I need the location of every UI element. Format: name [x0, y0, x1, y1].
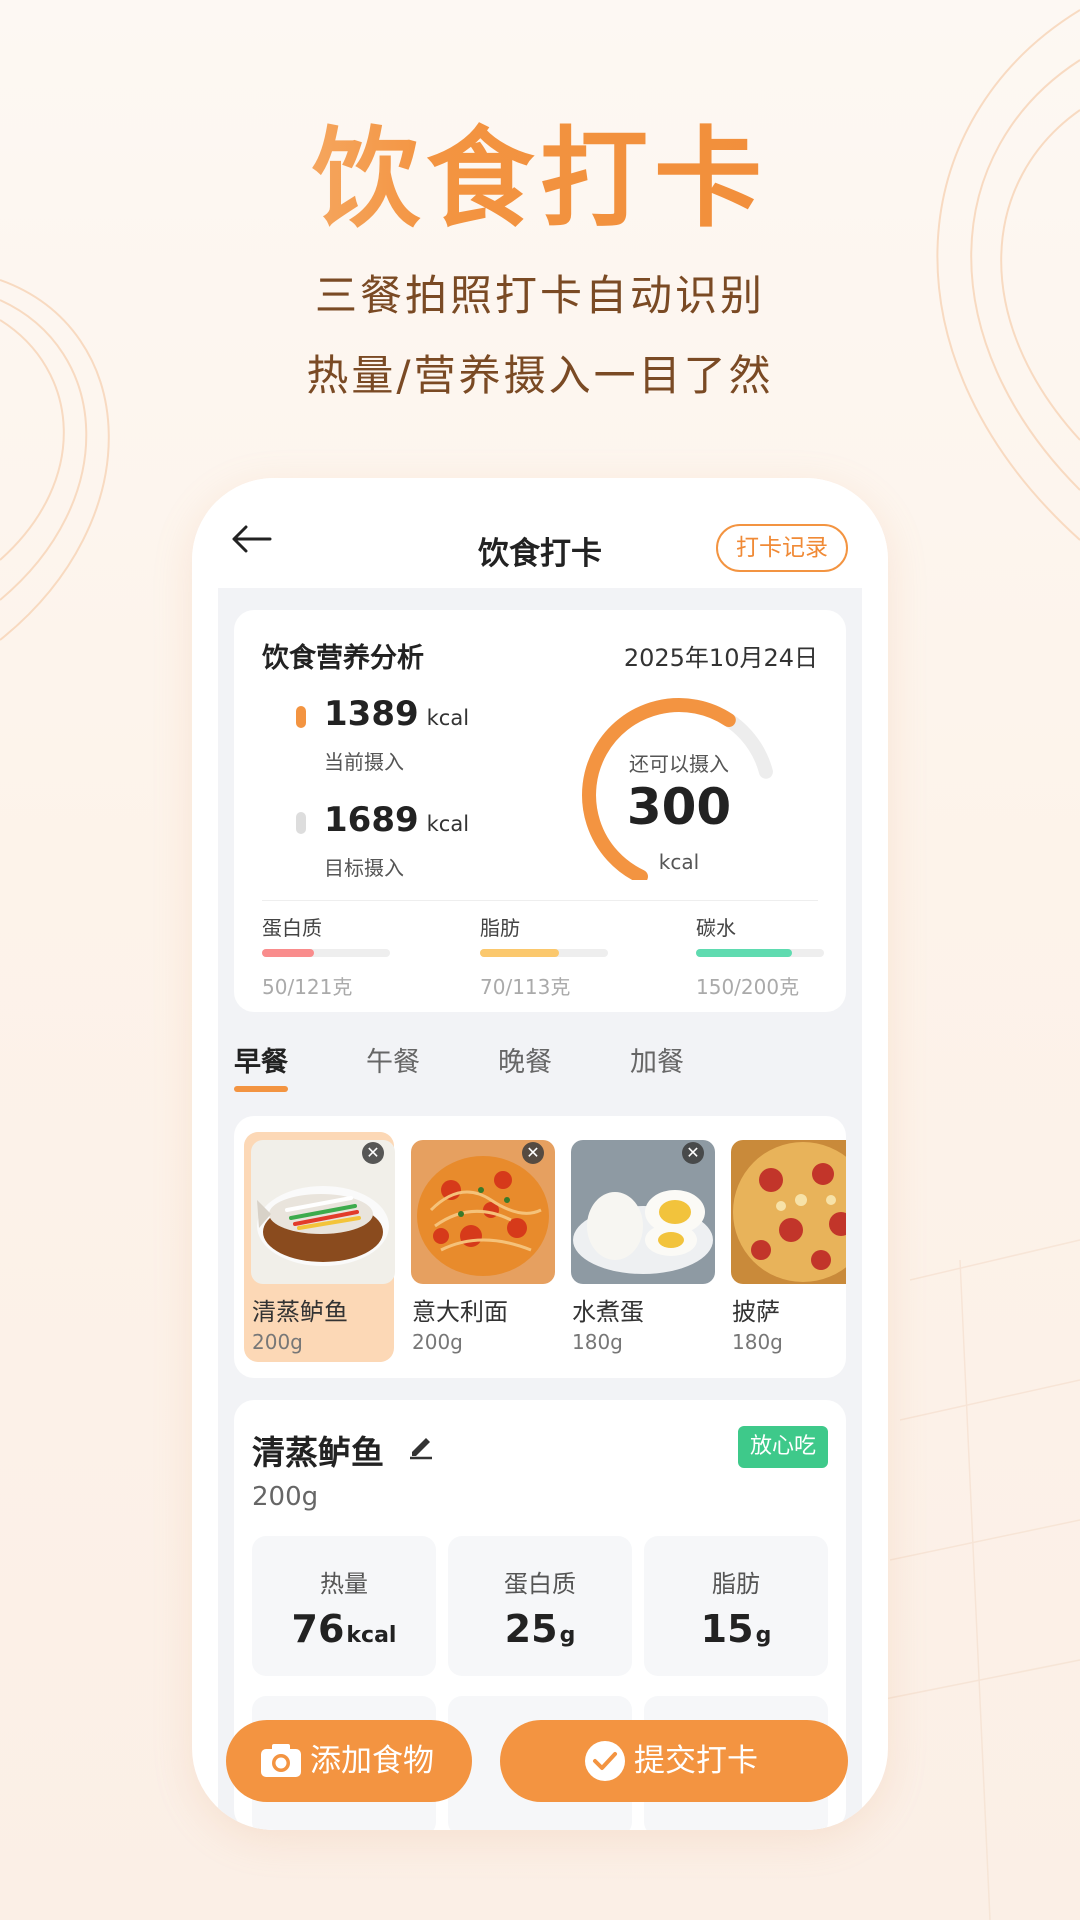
food-item[interactable]: ✕ 水煮蛋 180g — [564, 1132, 715, 1362]
remove-food-icon[interactable]: ✕ — [362, 1142, 384, 1164]
tab-breakfast[interactable]: 早餐 — [234, 1040, 288, 1079]
target-label: 目标摄入 — [324, 856, 404, 880]
check-circle-icon — [585, 1741, 625, 1781]
nutrition-date: 2025年10月24日 — [623, 644, 818, 672]
remaining-unit: kcal — [658, 850, 700, 874]
box-value: 76 — [291, 1607, 345, 1651]
food-weight: 200g — [412, 1330, 463, 1354]
remove-food-icon[interactable]: ✕ — [682, 1142, 704, 1164]
box-unit: g — [559, 1623, 576, 1648]
box-label: 脂肪 — [712, 1570, 760, 1598]
protein-box: 蛋白质 25g — [448, 1536, 632, 1676]
safe-badge: 放心吃 — [738, 1426, 828, 1468]
macro-value: 70/113克 — [480, 975, 571, 999]
pizza-image — [731, 1140, 846, 1284]
tab-lunch[interactable]: 午餐 — [366, 1040, 420, 1079]
remaining-label: 还可以摄入 — [629, 752, 729, 776]
target-value: 1689 — [324, 800, 419, 840]
current-value: 1389 — [324, 694, 419, 734]
meal-tabs: 早餐 午餐 晚餐 加餐 — [218, 1028, 862, 1098]
current-dot-icon — [296, 706, 306, 728]
nav-bar: 饮食打卡 打卡记录 — [192, 478, 888, 588]
fat-box: 脂肪 15g — [644, 1536, 828, 1676]
phone-mockup: 饮食打卡 打卡记录 饮食营养分析 2025年10月24日 1389 kcal 当前… — [192, 478, 888, 1830]
food-list: ✕ 清蒸鲈鱼 200g ✕ 意大利面 200g ✕ 水煮蛋 180g 披萨 18… — [234, 1116, 846, 1378]
macro-name: 蛋白质 — [262, 916, 322, 940]
box-value: 25 — [504, 1607, 558, 1651]
food-name: 披萨 — [732, 1298, 780, 1326]
tab-snack[interactable]: 加餐 — [630, 1040, 684, 1079]
calories-box: 热量 76kcal — [252, 1536, 436, 1676]
hero-subtitle-1: 三餐拍照打卡自动识别 — [314, 271, 765, 320]
detail-food-name: 清蒸鲈鱼 — [252, 1433, 384, 1472]
submit-label: 提交打卡 — [634, 1743, 758, 1779]
macro-name: 碳水 — [696, 916, 736, 940]
submit-checkin-button[interactable]: 提交打卡 — [500, 1720, 848, 1802]
macro-bar-fill — [696, 949, 792, 957]
macro-bar-fill — [480, 949, 560, 957]
current-unit: kcal — [426, 706, 470, 730]
box-unit: g — [755, 1623, 772, 1648]
macro-fat: 脂肪 70/113克 — [480, 912, 610, 1000]
hero-title: 饮食打卡 — [0, 92, 1080, 248]
tab-dinner[interactable]: 晚餐 — [498, 1040, 552, 1079]
target-dot-icon — [296, 812, 306, 834]
box-label: 蛋白质 — [504, 1570, 576, 1598]
macro-bar — [480, 949, 608, 957]
food-item[interactable]: ✕ 清蒸鲈鱼 200g — [244, 1132, 395, 1362]
box-unit: kcal — [346, 1623, 397, 1648]
nutrition-title: 饮食营养分析 — [262, 643, 424, 674]
macro-name: 脂肪 — [480, 916, 520, 940]
box-value: 15 — [700, 1607, 754, 1651]
camera-icon — [261, 1744, 301, 1777]
macro-value: 50/121克 — [262, 975, 353, 999]
current-label: 当前摄入 — [324, 750, 404, 774]
box-label: 热量 — [320, 1570, 368, 1598]
macro-bar — [696, 949, 824, 957]
food-item[interactable]: ✕ 意大利面 200g — [404, 1132, 555, 1362]
macro-value: 150/200克 — [696, 975, 800, 999]
food-weight: 180g — [732, 1330, 783, 1354]
food-name: 水煮蛋 — [572, 1298, 644, 1326]
add-food-button[interactable]: 添加食物 — [226, 1720, 472, 1802]
divider — [262, 900, 818, 901]
food-name: 清蒸鲈鱼 — [252, 1298, 348, 1326]
nutrition-card: 饮食营养分析 2025年10月24日 1389 kcal 当前摄入 1689 kca… — [234, 610, 846, 1012]
remove-food-icon[interactable]: ✕ — [522, 1142, 544, 1164]
food-weight: 200g — [252, 1330, 303, 1354]
detail-food-weight: 200g — [252, 1482, 319, 1512]
food-item[interactable]: 披萨 180g — [724, 1132, 846, 1362]
macro-protein: 蛋白质 50/121克 — [262, 912, 392, 1000]
record-button[interactable]: 打卡记录 — [716, 524, 848, 572]
macro-bar — [262, 949, 390, 957]
hero-subtitle-2: 热量/营养摄入一目了然 — [306, 351, 774, 400]
food-weight: 180g — [572, 1330, 623, 1354]
macro-bar-fill — [262, 949, 315, 957]
target-unit: kcal — [426, 812, 470, 836]
remaining-value: 300 — [626, 778, 732, 836]
app-screen: 饮食营养分析 2025年10月24日 1389 kcal 当前摄入 1689 kca… — [218, 588, 862, 1830]
add-food-label: 添加食物 — [310, 1743, 434, 1779]
edit-pencil-icon[interactable] — [406, 1430, 436, 1460]
tab-underline — [234, 1086, 288, 1092]
food-name: 意大利面 — [412, 1298, 508, 1326]
macro-carbs: 碳水 150/200克 — [696, 912, 826, 1000]
